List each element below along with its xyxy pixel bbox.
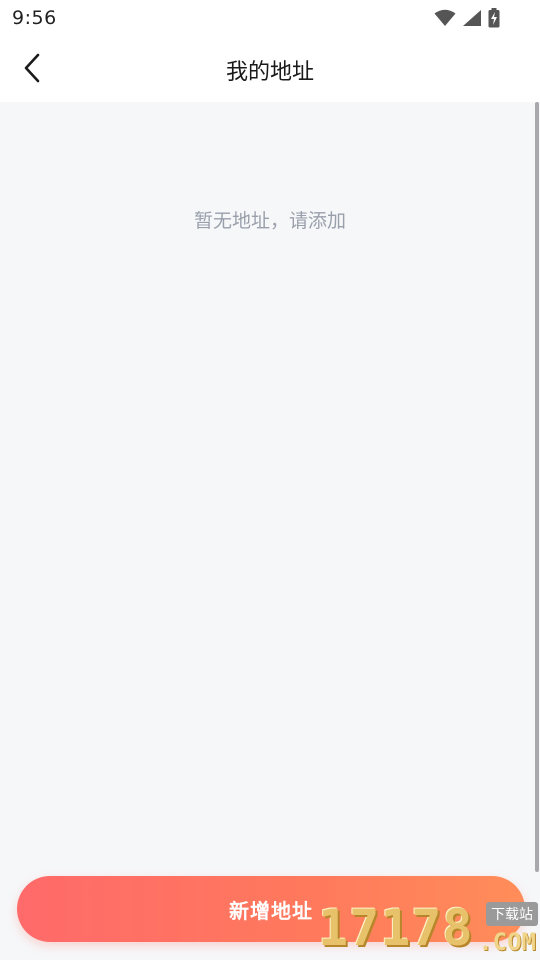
address-screen: 9:56 我的地址 暂无地址，请添加 新增地址 17178 .COM 下载站 (0, 0, 540, 960)
wifi-icon (434, 9, 456, 27)
status-time: 9:56 (12, 7, 57, 29)
page-title: 我的地址 (225, 60, 314, 85)
status-icons (434, 8, 500, 28)
signal-icon (462, 9, 482, 27)
status-bar: 9:56 (0, 0, 540, 36)
empty-state-message: 暂无地址，请添加 (193, 210, 346, 232)
scrollbar[interactable] (535, 102, 539, 872)
nav-bar: 我的地址 (0, 36, 540, 102)
add-address-button[interactable]: 新增地址 (17, 876, 525, 942)
address-list-area: 暂无地址，请添加 (0, 102, 540, 960)
battery-charging-icon (488, 8, 500, 28)
add-address-label: 新增地址 (229, 898, 313, 923)
